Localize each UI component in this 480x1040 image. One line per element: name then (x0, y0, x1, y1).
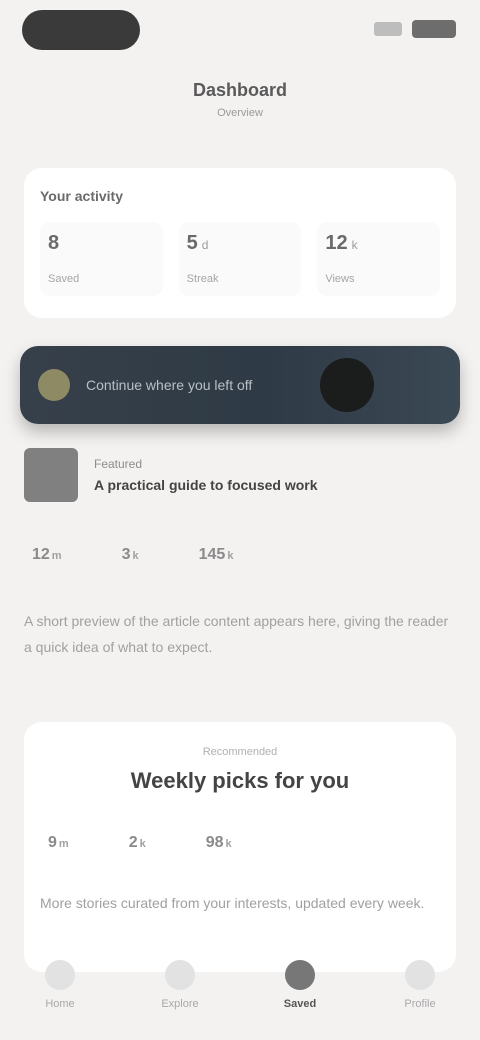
metric-read-time: 9m (48, 834, 69, 851)
play-icon (38, 369, 70, 401)
tab-label: Home (45, 998, 75, 1010)
banner-action-icon[interactable] (320, 358, 374, 412)
metric-likes: 3k (121, 546, 139, 563)
section-body: More stories curated from your interests… (40, 895, 425, 911)
stat-streak[interactable]: 5d Streak (178, 222, 302, 296)
activity-card: Your activity 8 Saved 5d Streak 12 k View… (24, 168, 456, 318)
page-title: Dashboard (192, 80, 288, 100)
metric-views: 145 k (198, 546, 234, 563)
bookmark-icon (285, 960, 315, 990)
stat-saved[interactable]: 8 Saved (40, 222, 163, 296)
post-metrics: 12 m 3k 145 k (32, 546, 456, 564)
tab-label: Profile (404, 998, 436, 1010)
compass-icon (165, 960, 195, 990)
post-title: A practical guide to focused work (94, 477, 318, 493)
metric-read-time: 12 m (32, 546, 62, 563)
stat-value: 5 (186, 232, 198, 254)
tab-home[interactable]: Home (25, 960, 95, 1010)
banner-text: Continue where you left off (86, 377, 253, 393)
page-subtitle: Overview (217, 107, 263, 119)
battery-icon (412, 20, 456, 38)
home-icon (45, 960, 75, 990)
metric-views: 98 k (205, 834, 232, 851)
stat-unit: k (351, 238, 358, 252)
stat-label: Views (325, 273, 355, 285)
activity-label: Your activity (40, 188, 123, 204)
featured-post[interactable]: Featured A practical guide to focused wo… (24, 448, 456, 708)
stats-row: 8 Saved 5d Streak 12 k Views (40, 222, 441, 296)
tab-profile[interactable]: Profile (385, 960, 455, 1010)
signal-icon (374, 22, 402, 36)
user-icon (405, 960, 435, 990)
section-metrics: 9m 2k 98 k (48, 834, 440, 852)
section-kicker: Recommended (202, 746, 278, 758)
stat-views[interactable]: 12 k Views (317, 222, 441, 296)
status-icons (374, 20, 456, 38)
post-author: Featured (94, 457, 143, 471)
stat-label: Streak (186, 273, 219, 285)
status-bar (0, 0, 480, 64)
post-header: Featured A practical guide to focused wo… (24, 448, 456, 502)
stat-value: 12 (325, 232, 348, 254)
tab-label: Explore (161, 998, 199, 1010)
tab-saved[interactable]: Saved (265, 960, 335, 1010)
tab-bar: Home Explore Saved Profile (0, 930, 480, 1040)
metric-likes: 2k (128, 834, 146, 851)
stat-unit: d (201, 238, 209, 252)
stat-value: 8 (48, 232, 60, 254)
post-meta: Featured A practical guide to focused wo… (94, 457, 456, 493)
dynamic-island (22, 10, 140, 50)
post-thumbnail (24, 448, 78, 502)
tab-label: Saved (283, 998, 317, 1010)
page-header: Dashboard Overview (0, 80, 480, 150)
section-title: Weekly picks for you (130, 768, 350, 793)
tab-explore[interactable]: Explore (145, 960, 215, 1010)
continue-banner[interactable]: Continue where you left off (20, 346, 460, 424)
post-preview: A short preview of the article content a… (24, 613, 449, 655)
stat-label: Saved (48, 273, 80, 285)
